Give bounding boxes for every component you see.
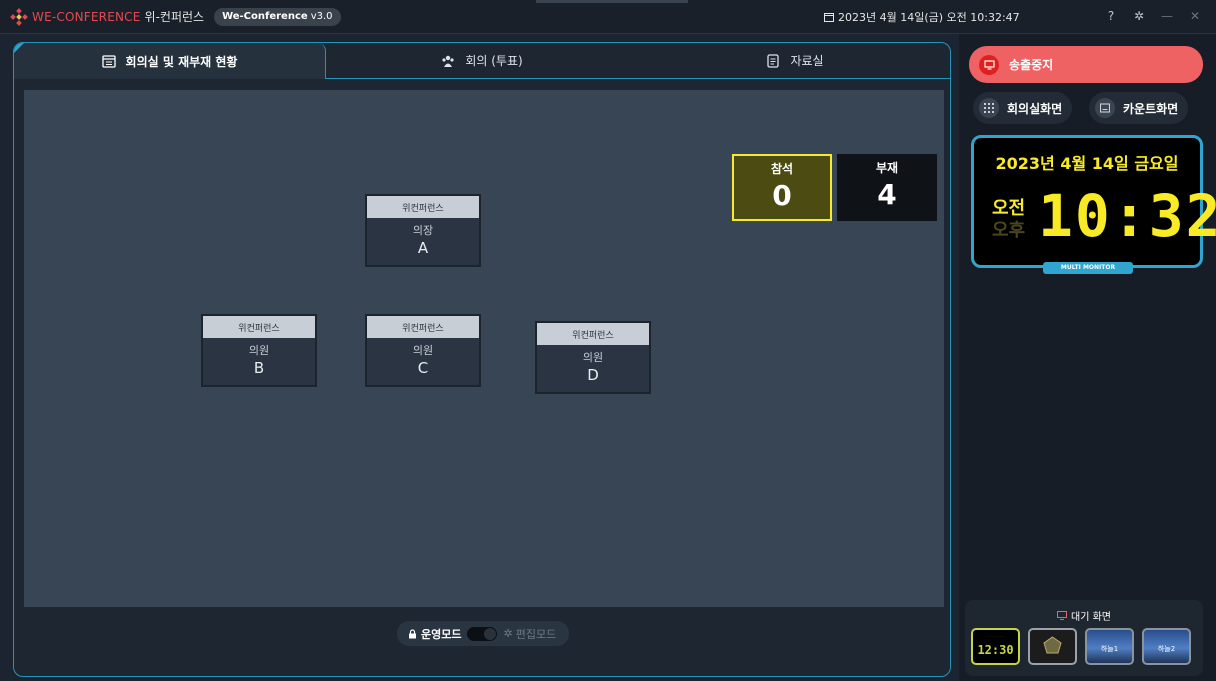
top-accent-bar [536, 0, 688, 3]
version-number: v3.0 [310, 11, 333, 22]
people-icon [442, 55, 454, 67]
operation-mode-label: 운영모드 [421, 627, 462, 641]
seat-name: A [417, 239, 429, 257]
right-sidebar: 송출중지 회의실화면 카운트화면 2023년 4월 14일 금요일 오전 오후 … [959, 34, 1216, 681]
seat-role: 의원 [412, 344, 434, 357]
tab-conference-status[interactable]: 회의실 및 재부재 현황 [14, 43, 326, 79]
conference-view-button[interactable]: 회의실화면 [973, 92, 1073, 124]
thumb-clock-caption: · · · · · · · · [988, 634, 1003, 638]
seat-card-b[interactable]: 위컨퍼런스 의원 B [201, 314, 317, 387]
am-label: 오전 [992, 198, 1026, 219]
seat-role: 의원 [248, 344, 270, 357]
pm-label: 오후 [992, 220, 1026, 241]
settings-icon[interactable]: ✲ [1132, 9, 1146, 23]
stop-broadcast-button[interactable]: 송출중지 [969, 46, 1203, 83]
absent-counter: 부재 4 [837, 154, 937, 221]
seat-layout-canvas: 참석 0 부재 4 위컨퍼런스 의장 A 위컨퍼런스 의원 B 위컨퍼런스 의원… [24, 90, 944, 607]
seat-org: 위컨퍼런스 [367, 196, 479, 218]
standby-title: 대기 화면 [965, 608, 1203, 623]
thumb-sky1-label: 하늘1 [1100, 645, 1119, 653]
close-icon[interactable]: ✕ [1188, 9, 1202, 23]
app-name-korean: 위-컨퍼런스 [144, 10, 205, 24]
seat-card-c[interactable]: 위컨퍼런스 의원 C [365, 314, 481, 387]
present-label: 참석 [770, 162, 794, 176]
screen-icon [1095, 98, 1115, 118]
absent-value: 4 [877, 178, 897, 211]
seat-name: C [417, 359, 429, 377]
standby-thumb-clock[interactable]: · · · · · · · · 12:30 [971, 628, 1020, 665]
stop-broadcast-label: 송출중지 [1009, 58, 1054, 72]
app-name: WE-CONFERENCE [32, 9, 141, 24]
calendar-icon [101, 55, 116, 68]
present-value: 0 [772, 179, 792, 212]
lock-icon [409, 628, 416, 638]
window-controls: ? ✲ — ✕ [1104, 9, 1202, 23]
monitor-icon [979, 54, 999, 75]
title-bar: WE-CONFERENCE 위-컨퍼런스 We-Conference v3.0 … [0, 0, 1216, 34]
present-counter: 참석 0 [732, 154, 832, 221]
operation-mode[interactable]: 운영모드 [408, 626, 461, 642]
seat-name: D [587, 366, 599, 384]
clock-ampm: 오전 오후 [992, 198, 1025, 242]
we-conference-logo-icon [10, 7, 28, 26]
absent-label: 부재 [875, 161, 899, 175]
mode-switch-bar: 운영모드 ✲ 편집모드 [397, 621, 569, 646]
gear-icon: ✲ [503, 627, 513, 640]
grid-icon [979, 98, 999, 118]
corner-accent [14, 43, 24, 53]
standby-thumb-sky1[interactable]: 하늘1 [1085, 628, 1134, 665]
tab-label: 회의 (투표) [465, 54, 523, 68]
tab-archive[interactable]: 자료실 [638, 43, 950, 79]
standby-thumb-sky2[interactable]: 하늘2 [1142, 628, 1191, 665]
seat-card-a[interactable]: 위컨퍼런스 의장 A [365, 194, 481, 267]
seat-role: 의장 [412, 224, 434, 237]
mode-toggle[interactable] [467, 626, 498, 641]
help-icon[interactable]: ? [1104, 9, 1118, 23]
tab-label: 회의실 및 재부재 현황 [125, 54, 238, 69]
conference-view-label: 회의실화면 [1007, 101, 1063, 116]
seat-org: 위컨퍼런스 [537, 323, 649, 345]
tab-label: 자료실 [790, 54, 824, 68]
version-badge: We-Conference v3.0 [214, 7, 341, 26]
thumb-sky2-label: 하늘2 [1157, 645, 1176, 653]
main-panel: 회의실 및 재부재 현황 회의 (투표) 자료실 참석 0 부재 4 위컨퍼런스… [13, 42, 951, 677]
clock-time: 10:32 [1038, 182, 1216, 250]
count-view-label: 카운트화면 [1123, 101, 1179, 116]
thumb-clock-time: 12:30 [977, 643, 1014, 657]
minimize-icon[interactable]: — [1160, 9, 1174, 23]
datetime-text: 2023년 4월 14일(금) 오전 10:32:47 [838, 11, 1020, 24]
toggle-knob [484, 627, 497, 640]
seal-icon [1043, 636, 1062, 654]
calendar-icon [824, 13, 834, 22]
clock-date: 2023년 4월 14일 금요일 [995, 154, 1179, 173]
seat-name: B [253, 359, 265, 377]
standby-title-label: 대기 화면 [1071, 612, 1111, 623]
tab-bar: 회의실 및 재부재 현황 회의 (투표) 자료실 [14, 43, 950, 79]
edit-mode-label: 편집모드 [515, 627, 557, 641]
seat-org: 위컨퍼런스 [367, 316, 479, 338]
standby-thumb-seal[interactable] [1028, 628, 1077, 665]
seat-role: 의원 [582, 351, 604, 364]
seat-org: 위컨퍼런스 [203, 316, 315, 338]
multi-monitor-tag: MULTI MONITOR [1043, 262, 1133, 274]
clock-preview: 2023년 4월 14일 금요일 오전 오후 10:32 [971, 135, 1216, 268]
monitor-icon [1057, 611, 1067, 620]
document-icon [767, 53, 780, 68]
standby-screen-panel: 대기 화면 · · · · · · · · 12:30 하늘1 하늘2 [965, 600, 1203, 676]
version-label: We-Conference [222, 11, 308, 22]
seat-card-d[interactable]: 위컨퍼런스 의원 D [535, 321, 651, 394]
edit-mode[interactable]: ✲ 편집모드 [503, 626, 556, 642]
titlebar-datetime: 2023년 4월 14일(금) 오전 10:32:47 [824, 9, 1020, 25]
count-view-button[interactable]: 카운트화면 [1089, 92, 1189, 124]
tab-voting[interactable]: 회의 (투표) [326, 43, 638, 79]
